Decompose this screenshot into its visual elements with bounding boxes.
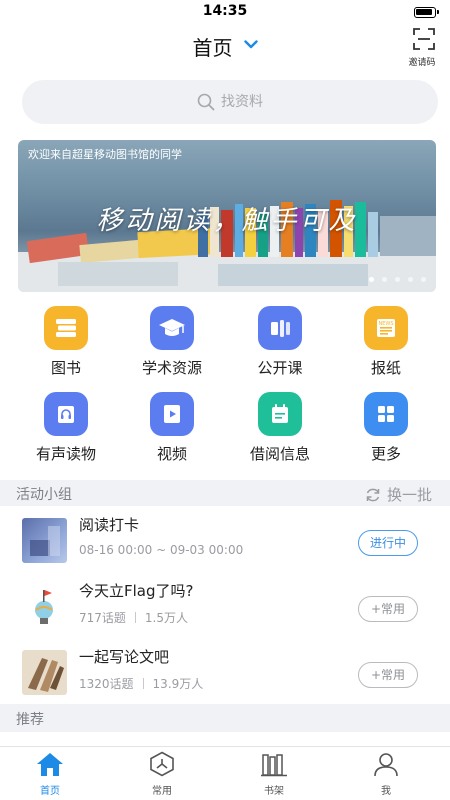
compass-icon <box>150 751 174 777</box>
grid-label: 更多 <box>370 445 401 463</box>
banner-caption: 欢迎来自超星移动图书馆的同学 <box>28 148 182 161</box>
grid-label: 学术资源 <box>141 359 202 377</box>
grid-label: 有声读物 <box>35 445 96 463</box>
banner-slogan: 移动阅读，触手可及 <box>96 206 358 236</box>
recommend-header: 推荐 <box>0 704 450 732</box>
app-screen: 14:35 首页 邀请码 找资料 欢迎来自超星移动图书馆的同学 移动阅读，触手可… <box>0 0 450 800</box>
tab-bar: 首页 常用 书架 我 <box>0 746 450 800</box>
grid-label: 报纸 <box>370 359 401 377</box>
carousel-dot <box>369 277 374 282</box>
banner-carousel[interactable]: 欢迎来自超星移动图书馆的同学 移动阅读，触手可及 <box>18 140 436 292</box>
group-item[interactable]: 阅读打卡 08-16 00:00 ~ 09-03 00:00 进行中 <box>0 508 450 574</box>
tab-label: 常用 <box>152 786 172 797</box>
graduation-cap-icon <box>150 306 194 350</box>
group-thumbnail <box>22 518 67 563</box>
nav-title: 首页 <box>192 36 233 60</box>
tab-home[interactable]: 首页 <box>20 751 80 797</box>
status-time: 14:35 <box>202 3 248 19</box>
invite-code-label: 邀请码 <box>408 58 436 68</box>
open-course-icon <box>258 306 302 350</box>
carousel-dot <box>421 277 426 282</box>
grid-label: 视频 <box>156 445 187 463</box>
newspaper-icon: NEWS <box>364 306 408 350</box>
group-name: 今天立Flag了吗? <box>79 582 194 600</box>
group-item[interactable]: 今天立Flag了吗? 717话题 1.5万人 +常用 <box>0 574 450 640</box>
topic-count: 1320话题 <box>79 677 134 691</box>
search-icon <box>197 93 215 111</box>
grid-item-audiobook[interactable]: 有声读物 <box>16 392 116 464</box>
group-date-range: 08-16 00:00 ~ 09-03 00:00 <box>79 543 244 557</box>
audiobook-icon <box>44 392 88 436</box>
grid-item-borrow-info[interactable]: 借阅信息 <box>230 392 330 464</box>
grid-item-newspaper[interactable]: NEWS 报纸 <box>336 306 436 378</box>
add-favorite-button[interactable]: +常用 <box>358 596 418 622</box>
grid-label: 图书 <box>50 359 81 377</box>
tab-frequent[interactable]: 常用 <box>132 751 192 797</box>
tab-label: 我 <box>381 786 391 797</box>
group-name: 阅读打卡 <box>79 516 140 534</box>
home-title-dropdown[interactable]: 首页 <box>0 32 450 61</box>
invite-code-button[interactable]: 邀请码 <box>408 28 440 68</box>
refresh-icon <box>366 488 380 501</box>
more-grid-icon <box>364 392 408 436</box>
add-favorite-button[interactable]: +常用 <box>358 662 418 688</box>
bookshelf-icon <box>261 754 287 777</box>
status-bar: 14:35 <box>0 0 450 24</box>
tab-label: 首页 <box>40 786 60 797</box>
refresh-button[interactable]: 换一批 <box>365 484 432 505</box>
tab-bookshelf[interactable]: 书架 <box>244 751 304 797</box>
grid-item-video[interactable]: 视频 <box>122 392 222 464</box>
svg-text:NEWS: NEWS <box>378 321 393 327</box>
group-thumbnail <box>22 650 67 695</box>
nav-bar: 首页 邀请码 <box>0 24 450 68</box>
topic-count: 717话题 <box>79 611 126 625</box>
grid-item-books[interactable]: 图书 <box>16 306 116 378</box>
grid-item-academic[interactable]: 学术资源 <box>122 306 222 378</box>
grid-item-open-course[interactable]: 公开课 <box>230 306 330 378</box>
banner-books-image <box>18 200 436 292</box>
group-item[interactable]: 一起写论文吧 1320话题 13.9万人 +常用 <box>0 640 450 706</box>
member-count: 1.5万人 <box>144 611 188 625</box>
section-title: 推荐 <box>16 712 44 728</box>
in-progress-button[interactable]: 进行中 <box>358 530 418 556</box>
section-title: 活动小组 <box>16 487 72 503</box>
battery-icon <box>414 7 439 18</box>
carousel-indicator <box>369 277 426 282</box>
grid-label: 借阅信息 <box>249 445 310 463</box>
group-stats: 717话题 1.5万人 <box>79 609 188 626</box>
feature-grid: 图书 学术资源 公开课 NEWS 报纸 有声读物 视频 借阅信息 更多 <box>0 306 450 476</box>
group-stats: 1320话题 13.9万人 <box>79 675 203 692</box>
calendar-icon <box>258 392 302 436</box>
refresh-label: 换一批 <box>386 486 432 504</box>
books-stack-icon <box>44 306 88 350</box>
carousel-dot <box>382 277 387 282</box>
grid-label: 公开课 <box>257 359 303 377</box>
person-icon <box>374 753 398 777</box>
carousel-dot <box>395 277 400 282</box>
search-placeholder: 找资料 <box>221 94 263 110</box>
home-icon <box>37 753 63 776</box>
scan-icon <box>413 28 435 50</box>
carousel-dot <box>408 277 413 282</box>
member-count: 13.9万人 <box>152 677 204 691</box>
tab-me[interactable]: 我 <box>356 751 416 797</box>
group-name: 一起写论文吧 <box>79 648 170 666</box>
tab-label: 书架 <box>264 786 284 797</box>
video-play-icon <box>150 392 194 436</box>
chevron-down-icon <box>243 40 258 49</box>
group-thumbnail <box>22 584 67 629</box>
search-bar[interactable]: 找资料 <box>22 80 438 124</box>
activity-groups-header: 活动小组 换一批 <box>0 480 450 506</box>
grid-item-more[interactable]: 更多 <box>336 392 436 464</box>
